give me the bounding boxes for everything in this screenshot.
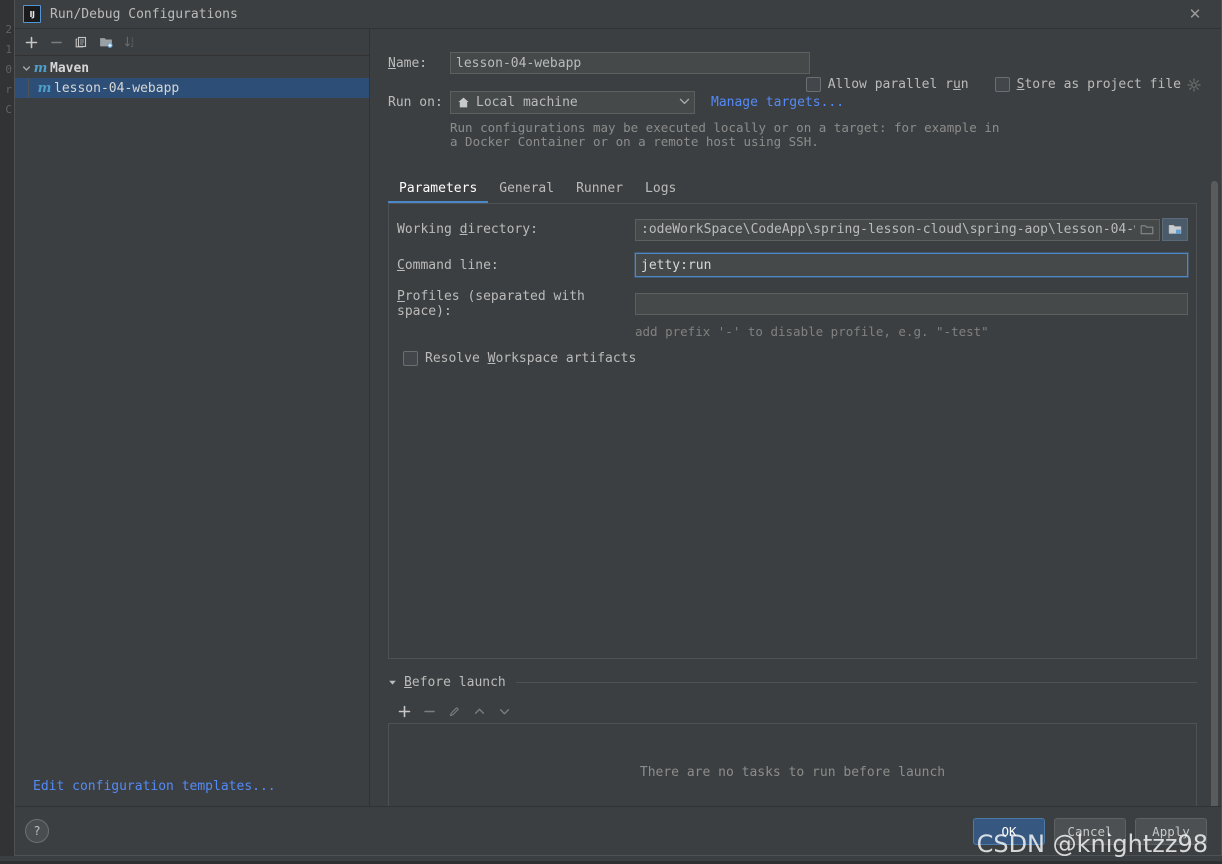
- run-on-description: Run configurations may be executed local…: [450, 120, 1000, 149]
- tree-group-label: Maven: [50, 60, 90, 76]
- move-task-down-button[interactable]: [493, 700, 515, 722]
- configurations-tree[interactable]: m Maven m lesson-04-webapp: [15, 56, 369, 765]
- command-line-label: Command line:: [397, 257, 499, 273]
- copy-configuration-button[interactable]: [70, 31, 92, 53]
- checkbox-box: [994, 77, 1010, 92]
- tree-indent-guide: [28, 78, 29, 98]
- chevron-down-icon[interactable]: [388, 678, 397, 687]
- parameters-panel: Working directory::odeWorkSpace\CodeApp…: [388, 204, 1197, 659]
- profiles-hint: add prefix '-' to disable profile, e.g. …: [635, 324, 989, 339]
- before-launch-toolbar: [388, 699, 1197, 724]
- working-directory-row: Working directory:: [397, 218, 1188, 241]
- sort-configurations-button[interactable]: 1 2: [120, 31, 142, 53]
- checkbox-box: [403, 351, 418, 366]
- chevron-down-icon[interactable]: [19, 64, 33, 73]
- before-launch-title: Before launch: [404, 674, 506, 690]
- new-folder-button[interactable]: [95, 31, 117, 53]
- folder-icon[interactable]: [1138, 221, 1156, 239]
- resolve-workspace-artifacts-label: Resolve Workspace artifacts: [425, 351, 637, 366]
- name-row: Name:: [388, 51, 1197, 75]
- home-icon: [457, 96, 470, 109]
- profiles-row: Profiles (separated with space):: [397, 289, 1188, 319]
- dialog-footer: ? OK Cancel Apply: [15, 806, 1221, 855]
- ok-button[interactable]: OK: [973, 817, 1045, 845]
- before-launch-header: Before launch: [388, 673, 1197, 691]
- manage-targets-link[interactable]: Manage targets...: [711, 95, 844, 110]
- templates-link-container: Edit configuration templates...: [15, 765, 369, 806]
- sidebar-toolbar: 1 2: [15, 29, 369, 56]
- remove-task-button[interactable]: [418, 700, 440, 722]
- gutter-line: r: [5, 83, 12, 96]
- gutter-line: 1: [5, 43, 12, 56]
- tab-general[interactable]: General: [488, 175, 565, 202]
- add-configuration-button[interactable]: [20, 31, 42, 53]
- dialog-body: 1 2 m Maven m lesson-04-webapp Edit conf…: [15, 29, 1221, 806]
- working-directory-field-wrap: [635, 218, 1188, 241]
- edit-task-button[interactable]: [443, 700, 465, 722]
- close-icon[interactable]: ✕: [1175, 0, 1215, 28]
- allow-parallel-run-label: Allow parallel run: [827, 77, 969, 92]
- store-as-project-file-checkbox[interactable]: Store as project file: [994, 77, 1201, 92]
- maven-icon: m: [33, 60, 48, 76]
- edit-configuration-templates-link[interactable]: Edit configuration templates...: [33, 779, 276, 794]
- working-directory-label: Working directory:: [397, 222, 538, 237]
- tree-group-maven[interactable]: m Maven: [15, 58, 369, 78]
- chevron-down-icon: [679, 97, 690, 108]
- apply-button[interactable]: Apply: [1135, 817, 1207, 845]
- run-on-row: Run on: Local machine Manage targets...: [388, 90, 1197, 114]
- run-on-combobox[interactable]: Local machine: [450, 90, 695, 114]
- header-checkbox-group: Allow parallel run Store as project file: [805, 77, 1201, 92]
- configuration-editor-pane: Name: Run on: Local machine: [370, 29, 1221, 806]
- editor-gutter: 2 1 0 r C: [0, 0, 14, 864]
- before-launch-empty-message: There are no tasks to run before launch: [639, 764, 946, 780]
- tree-item-lesson-04-webapp[interactable]: m lesson-04-webapp: [15, 78, 369, 98]
- content-scrollbar[interactable]: [1208, 33, 1220, 806]
- tab-runner[interactable]: Runner: [565, 175, 634, 202]
- profiles-input[interactable]: [635, 293, 1188, 315]
- name-input[interactable]: [450, 52, 810, 74]
- add-task-button[interactable]: [393, 700, 415, 722]
- move-task-up-button[interactable]: [468, 700, 490, 722]
- intellij-logo-icon: IJ: [23, 5, 41, 23]
- configuration-tabs[interactable]: Parameters General Runner Logs: [388, 175, 1197, 204]
- cancel-button[interactable]: Cancel: [1054, 817, 1126, 845]
- resolve-workspace-artifacts-row: Resolve Workspace artifacts: [403, 351, 1188, 366]
- configurations-sidebar: 1 2 m Maven m lesson-04-webapp Edit conf…: [15, 29, 370, 806]
- tree-item-label: lesson-04-webapp: [54, 80, 180, 96]
- name-label: Name:: [388, 55, 428, 71]
- insert-macro-button[interactable]: [1162, 218, 1188, 241]
- dialog-action-buttons: OK Cancel Apply: [973, 817, 1207, 845]
- gutter-line: C: [5, 103, 12, 116]
- remove-configuration-button[interactable]: [45, 31, 67, 53]
- command-line-input[interactable]: [635, 253, 1188, 277]
- dialog-title: Run/Debug Configurations: [50, 6, 238, 22]
- gutter-line: 0: [5, 63, 12, 76]
- gear-icon[interactable]: [1187, 77, 1201, 92]
- profiles-label: Profiles (separated with space):: [397, 289, 585, 319]
- allow-parallel-run-checkbox[interactable]: Allow parallel run: [805, 77, 969, 92]
- before-launch-divider: [515, 681, 1197, 683]
- store-as-project-file-label: Store as project file: [1016, 77, 1181, 92]
- run-on-label: Run on:: [388, 94, 443, 110]
- tab-logs[interactable]: Logs: [634, 175, 687, 202]
- maven-icon: m: [37, 80, 52, 96]
- help-button[interactable]: ?: [25, 819, 49, 843]
- tab-parameters[interactable]: Parameters: [388, 175, 489, 203]
- svg-text:2: 2: [131, 43, 134, 49]
- run-debug-configurations-dialog: IJ Run/Debug Configurations ✕ 1 2 m Mave…: [14, 0, 1222, 856]
- profiles-field-wrap: [635, 293, 1188, 315]
- configuration-editor-inner: Name: Run on: Local machine: [370, 29, 1207, 806]
- checkbox-box: [805, 77, 821, 92]
- command-line-row: Command line:: [397, 253, 1188, 277]
- command-line-field-wrap: [635, 253, 1188, 277]
- working-directory-input[interactable]: [635, 218, 1160, 241]
- run-on-value: Local machine: [476, 94, 578, 110]
- resolve-workspace-artifacts-checkbox[interactable]: Resolve Workspace artifacts: [403, 351, 636, 366]
- scrollbar-thumb[interactable]: [1211, 181, 1218, 806]
- dialog-titlebar: IJ Run/Debug Configurations ✕: [15, 0, 1221, 29]
- gutter-line: [0, 0, 12, 20]
- gutter-line: 2: [5, 23, 12, 36]
- before-launch-task-list[interactable]: There are no tasks to run before launch: [388, 724, 1197, 806]
